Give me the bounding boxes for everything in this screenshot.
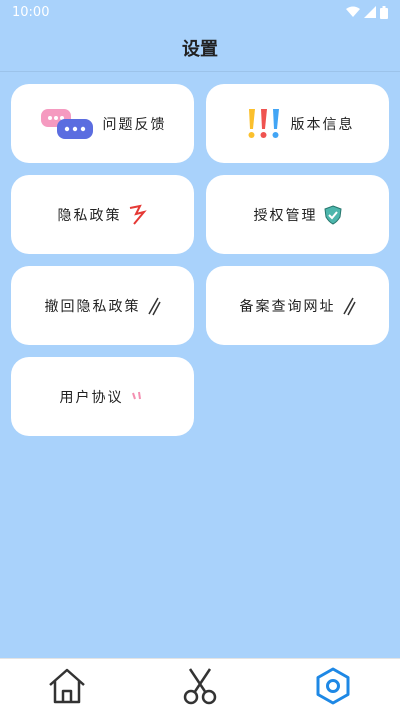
page-title: 设置 [182,38,218,60]
home-icon [48,668,85,703]
authorization-label: 授权管理 [253,207,318,224]
privacy-policy-label: 隐私政策 [57,207,122,224]
sticker-icon [128,204,148,226]
privacy-policy-card[interactable]: 隐私政策 [11,175,194,254]
bottom-nav [0,658,400,712]
filing-query-label: 备案查询网址 [239,298,336,315]
withdraw-privacy-label: 撤回隐私政策 [44,298,141,315]
scissors-icon [183,667,217,704]
status-icons [346,5,388,19]
app-bar: 设置 [0,24,400,72]
wifi-icon [346,6,360,17]
feedback-label: 问题反馈 [102,116,167,133]
nav-home[interactable] [37,659,97,712]
shield-icon [323,204,342,225]
nav-settings[interactable] [303,659,363,712]
battery-icon [380,5,388,19]
signal-icon [364,6,376,18]
version-info-card[interactable]: 版本信息 [206,84,389,163]
pencil-icon [342,296,356,316]
chat-bubbles-icon [39,107,97,141]
feedback-card[interactable]: 问题反馈 [11,84,194,163]
user-agreement-label: 用户协议 [59,389,124,406]
user-agreement-card[interactable]: 用户协议 [11,357,194,436]
status-bar: 10:00 [0,0,400,24]
sticker-icon [130,391,146,403]
authorization-card[interactable]: 授权管理 [206,175,389,254]
version-info-label: 版本信息 [290,116,355,133]
settings-hexagon-icon [316,667,350,704]
withdraw-privacy-card[interactable]: 撤回隐私政策 [11,266,194,345]
exclamation-marks-icon [241,107,285,141]
pencil-icon [147,296,161,316]
filing-query-card[interactable]: 备案查询网址 [206,266,389,345]
status-time: 10:00 [12,4,50,20]
nav-scissors[interactable] [170,659,230,712]
